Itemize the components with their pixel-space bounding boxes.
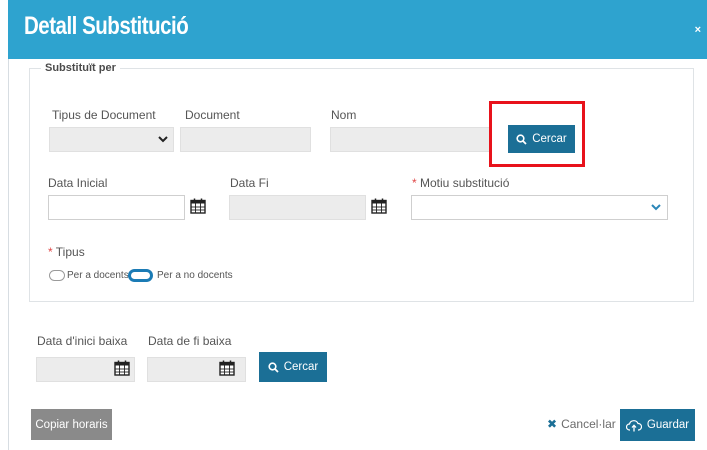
substitute-search-button[interactable]: Cercar [508, 125, 575, 153]
start-date-input[interactable] [48, 195, 185, 220]
required-mark: * [48, 245, 53, 259]
save-button[interactable]: Guardar [620, 409, 695, 441]
calendar-icon[interactable] [190, 198, 206, 214]
substitute-legend: Substituït per [41, 62, 120, 74]
search-icon [268, 361, 279, 373]
leave-search-button[interactable]: Cercar [259, 352, 327, 382]
type-label: Tipus [55, 245, 85, 259]
substitute-search-label: Cercar [532, 133, 567, 145]
cancel-button[interactable]: ✖ Cancel·lar [547, 417, 616, 431]
calendar-icon[interactable] [219, 360, 235, 376]
start-date-label: Data Inicial [48, 176, 108, 190]
close-icon: ✖ [547, 417, 558, 431]
reason-label-wrap: * Motiu substitució [412, 176, 509, 190]
cloud-upload-icon [625, 419, 642, 431]
type-teachers-toggle[interactable] [49, 270, 65, 281]
leave-search-label: Cercar [283, 361, 319, 373]
reason-select[interactable] [411, 195, 668, 220]
dialog-header: Detall Substitució × [8, 0, 707, 59]
end-date-input[interactable] [229, 195, 366, 220]
close-icon[interactable]: × [695, 24, 701, 36]
type-label-wrap: * Tipus [48, 245, 85, 259]
doc-type-select[interactable] [49, 127, 174, 152]
chevron-down-icon [651, 204, 661, 211]
leave-end-label: Data de fi baixa [148, 334, 232, 348]
window-edge [0, 0, 9, 450]
end-date-label: Data Fi [230, 176, 269, 190]
document-label: Document [185, 108, 240, 122]
dialog-title: Detall Substitució [24, 12, 189, 40]
reason-label: Motiu substitució [420, 176, 510, 190]
document-input[interactable] [180, 127, 311, 152]
type-teachers-label: Per a docents [67, 270, 129, 281]
substitute-fieldset [29, 68, 694, 302]
type-non-teachers-label: Per a no docents [157, 270, 233, 281]
chevron-down-icon [158, 136, 168, 143]
cancel-label: Cancel·lar [561, 417, 616, 431]
doc-type-label: Tipus de Document [52, 108, 156, 122]
name-label: Nom [331, 108, 357, 122]
leave-start-label: Data d'inici baixa [37, 334, 128, 348]
calendar-icon[interactable] [371, 198, 387, 214]
calendar-icon[interactable] [114, 360, 130, 376]
name-input[interactable] [330, 127, 492, 152]
copy-schedules-button[interactable]: Copiar horaris [31, 409, 112, 440]
type-non-teachers-toggle[interactable] [128, 269, 153, 282]
search-icon [516, 133, 527, 145]
save-label: Guardar [646, 419, 690, 431]
required-mark: * [412, 176, 417, 190]
